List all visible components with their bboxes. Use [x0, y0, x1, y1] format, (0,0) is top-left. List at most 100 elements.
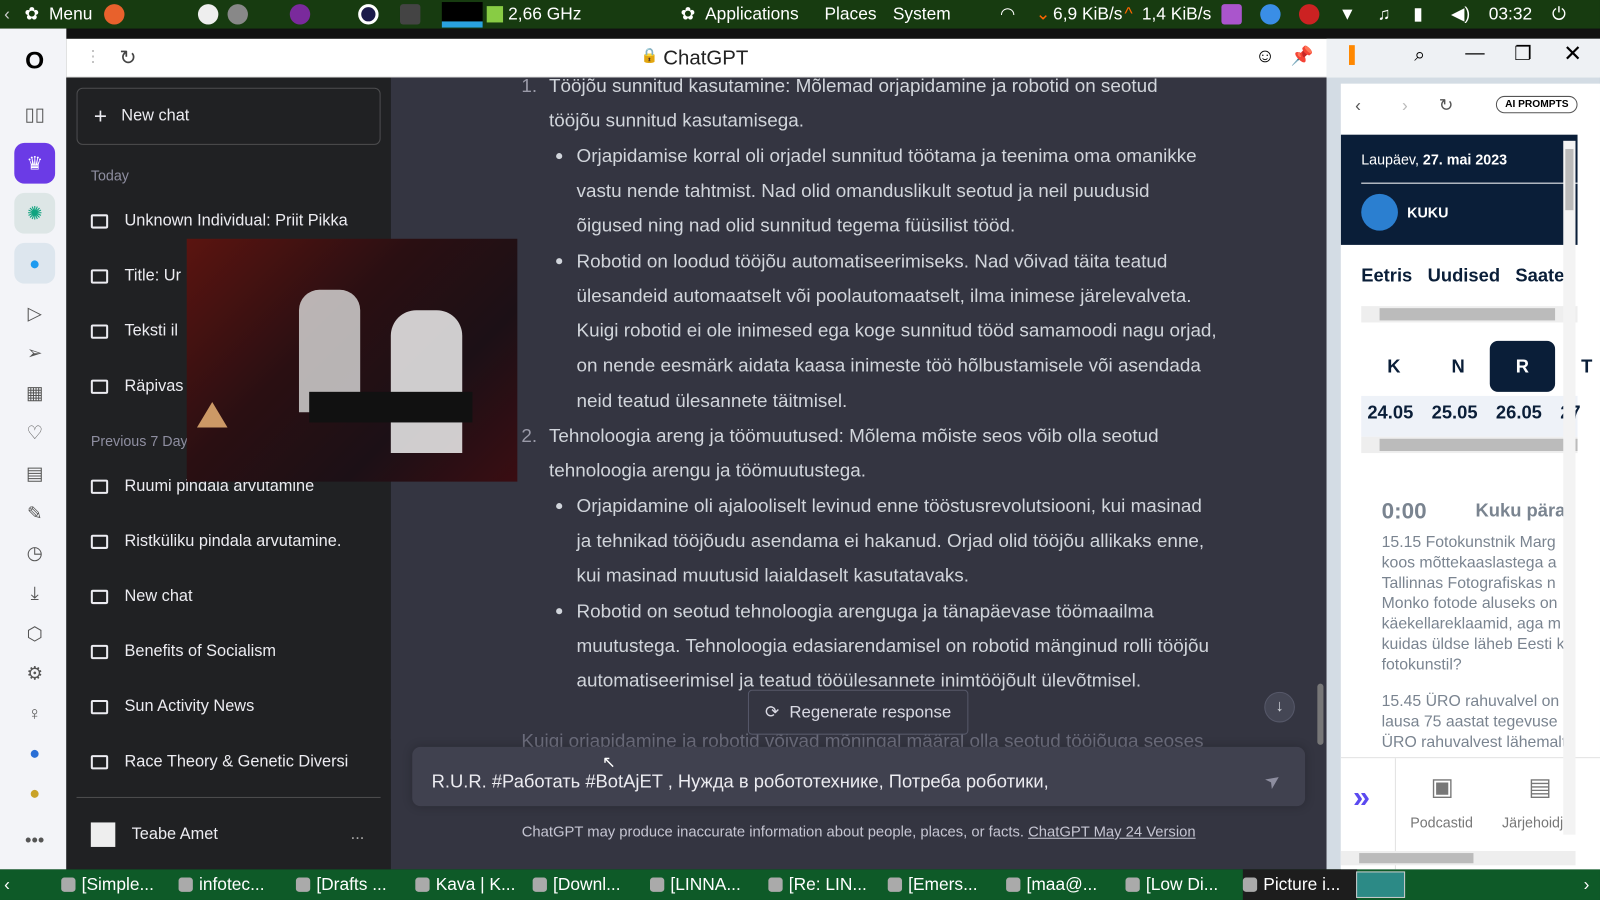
- notification-icon[interactable]: ♫: [1378, 4, 1391, 24]
- settings-icon[interactable]: [227, 4, 248, 25]
- settings-icon[interactable]: ⚙: [14, 653, 55, 694]
- taskbar-scroll-left[interactable]: ‹: [4, 874, 10, 894]
- terminal-icon[interactable]: [399, 4, 421, 25]
- volume-icon[interactable]: ◀): [1451, 4, 1470, 24]
- taskbar-item[interactable]: Kava | K...: [415, 869, 529, 900]
- panel-scroll-left[interactable]: ‹: [4, 4, 10, 24]
- day-button[interactable]: T: [1554, 341, 1600, 392]
- edit-icon[interactable]: ✎: [14, 493, 55, 534]
- message-input[interactable]: R.U.R. #Работать #BotAjET , Нужда в робо…: [412, 746, 1306, 807]
- opera-icon[interactable]: [358, 4, 379, 25]
- forward-icon[interactable]: ›: [1402, 96, 1408, 116]
- chat-bubble-icon[interactable]: ●: [14, 733, 55, 774]
- tray-record-icon[interactable]: [1298, 4, 1320, 25]
- bookmark-list-icon[interactable]: ▤: [1529, 772, 1552, 802]
- regenerate-response-button[interactable]: ⟳ Regenerate response: [747, 689, 969, 735]
- downloads-icon[interactable]: ⤓: [14, 572, 55, 613]
- player-icon[interactable]: ▷: [14, 293, 55, 334]
- taskbar-item[interactable]: [Drafts ...: [295, 869, 410, 900]
- send-icon[interactable]: ➤: [1257, 762, 1290, 800]
- send-icon[interactable]: ➢: [14, 333, 55, 374]
- menu-button[interactable]: Menu: [49, 4, 92, 24]
- kuku-logo[interactable]: [1361, 193, 1398, 231]
- chat-item[interactable]: Ristküliku pindala arvutamine.: [77, 521, 381, 562]
- tab-saated[interactable]: Saate: [1515, 265, 1564, 285]
- day-button[interactable]: K: [1361, 341, 1426, 392]
- more-icon[interactable]: •••: [14, 819, 55, 860]
- chat-item[interactable]: Benefits of Socialism: [77, 632, 381, 673]
- date-label[interactable]: 24.05: [1367, 402, 1413, 423]
- battery-icon[interactable]: ▮: [1413, 4, 1423, 24]
- taskbar-item[interactable]: [LINNA...: [649, 869, 764, 900]
- tabs-scrollbar[interactable]: [1361, 306, 1578, 323]
- tray-update-icon[interactable]: [1260, 4, 1281, 25]
- day-button[interactable]: R: [1489, 340, 1556, 392]
- taskbar-item[interactable]: infotec...: [178, 869, 293, 900]
- heart-icon[interactable]: ♡: [14, 412, 55, 453]
- close-icon[interactable]: ✕: [1563, 41, 1582, 68]
- picture-in-picture-video[interactable]: [186, 238, 518, 482]
- expand-icon[interactable]: »: [1353, 781, 1370, 816]
- scrollbar[interactable]: [1317, 683, 1324, 745]
- tray-app-icon[interactable]: [1221, 4, 1242, 25]
- bookmarks-icon[interactable]: ▯▯: [14, 94, 55, 135]
- taskbar-item[interactable]: Picture i...: [1242, 869, 1358, 900]
- workspace-switcher[interactable]: [1356, 871, 1406, 898]
- lightbulb-icon[interactable]: ♀: [14, 693, 55, 734]
- show-title[interactable]: Kuku päras: [1475, 500, 1575, 521]
- firefox-icon[interactable]: [104, 4, 125, 25]
- minimize-icon[interactable]: —: [1465, 43, 1484, 65]
- menu-icon[interactable]: ✿: [24, 4, 39, 24]
- user-menu[interactable]: Teabe Amet...: [77, 814, 381, 855]
- podcasts-icon[interactable]: ▣: [1431, 772, 1454, 802]
- apps-grid-icon[interactable]: ▦: [14, 372, 55, 413]
- places-menu[interactable]: Places: [824, 4, 876, 24]
- panel-scrollbar[interactable]: [1563, 140, 1576, 835]
- message-input-text[interactable]: R.U.R. #Работать #BotAjET , Нужда в робо…: [432, 764, 1049, 799]
- reload-icon[interactable]: ↻: [119, 45, 136, 71]
- tab-uudised[interactable]: Uudised: [1428, 265, 1500, 285]
- nav-jarjehoidja[interactable]: Järjehoidja: [1502, 814, 1571, 830]
- taskbar-scroll-right[interactable]: ›: [1584, 874, 1590, 894]
- chatgpt-icon[interactable]: ✺: [14, 192, 56, 234]
- taskbar-item[interactable]: [Re: LIN...: [768, 869, 882, 900]
- nav-podcastid[interactable]: Podcastid: [1410, 814, 1473, 830]
- chat-item[interactable]: New chat: [77, 577, 381, 618]
- search-icon[interactable]: ⌕: [1414, 45, 1425, 67]
- emoji-icon[interactable]: ☺: [1255, 46, 1275, 68]
- power-icon[interactable]: ⏻: [1552, 4, 1566, 24]
- day-button[interactable]: N: [1425, 341, 1490, 392]
- days-scrollbar[interactable]: [1361, 436, 1578, 454]
- taskbar-item[interactable]: [Downl...: [532, 869, 647, 900]
- extensions-icon[interactable]: ⬡: [14, 613, 55, 654]
- tab-eetris[interactable]: Eetris: [1361, 265, 1412, 285]
- taskbar-item[interactable]: [Emers...: [887, 869, 1002, 900]
- restore-icon[interactable]: ❐: [1514, 43, 1531, 66]
- version-link[interactable]: ChatGPT May 24 Version: [1028, 824, 1196, 840]
- taskbar-item[interactable]: [maa@...: [1006, 869, 1120, 900]
- drag-handle-icon[interactable]: ⋮: [85, 47, 101, 67]
- twitter-icon[interactable]: ●: [14, 242, 56, 284]
- wifi-icon[interactable]: ◠: [1000, 4, 1015, 24]
- system-menu[interactable]: System: [893, 4, 951, 24]
- chat-item[interactable]: Race Theory & Genetic Diversi: [77, 742, 381, 783]
- more-options-icon[interactable]: ...: [351, 826, 365, 844]
- reload-icon[interactable]: ↻: [1439, 96, 1454, 116]
- ai-prompts-button[interactable]: AI PROMPTS: [1495, 95, 1578, 114]
- chat-item[interactable]: Unknown Individual: Priit Pikka: [77, 201, 381, 242]
- chat-item[interactable]: Sun Activity News: [77, 687, 381, 728]
- opera-logo-icon[interactable]: O: [14, 41, 55, 82]
- date-label[interactable]: 26.05: [1496, 402, 1542, 423]
- news-icon[interactable]: ▤: [14, 453, 55, 494]
- taskbar-item[interactable]: [Simple...: [61, 869, 175, 900]
- scroll-down-button[interactable]: ↓: [1264, 691, 1295, 723]
- panel-h-scrollbar[interactable]: [1340, 851, 1576, 866]
- network-icon[interactable]: ▼: [1339, 4, 1356, 24]
- applications-menu[interactable]: Applications: [705, 4, 799, 24]
- clock[interactable]: 03:32: [1489, 4, 1532, 24]
- accessibility-icon[interactable]: [197, 4, 219, 25]
- new-chat-button[interactable]: + New chat: [76, 87, 381, 145]
- crown-icon[interactable]: ♛: [14, 142, 56, 184]
- pin-icon[interactable]: 📌: [1291, 46, 1314, 67]
- back-icon[interactable]: ‹: [1355, 96, 1361, 116]
